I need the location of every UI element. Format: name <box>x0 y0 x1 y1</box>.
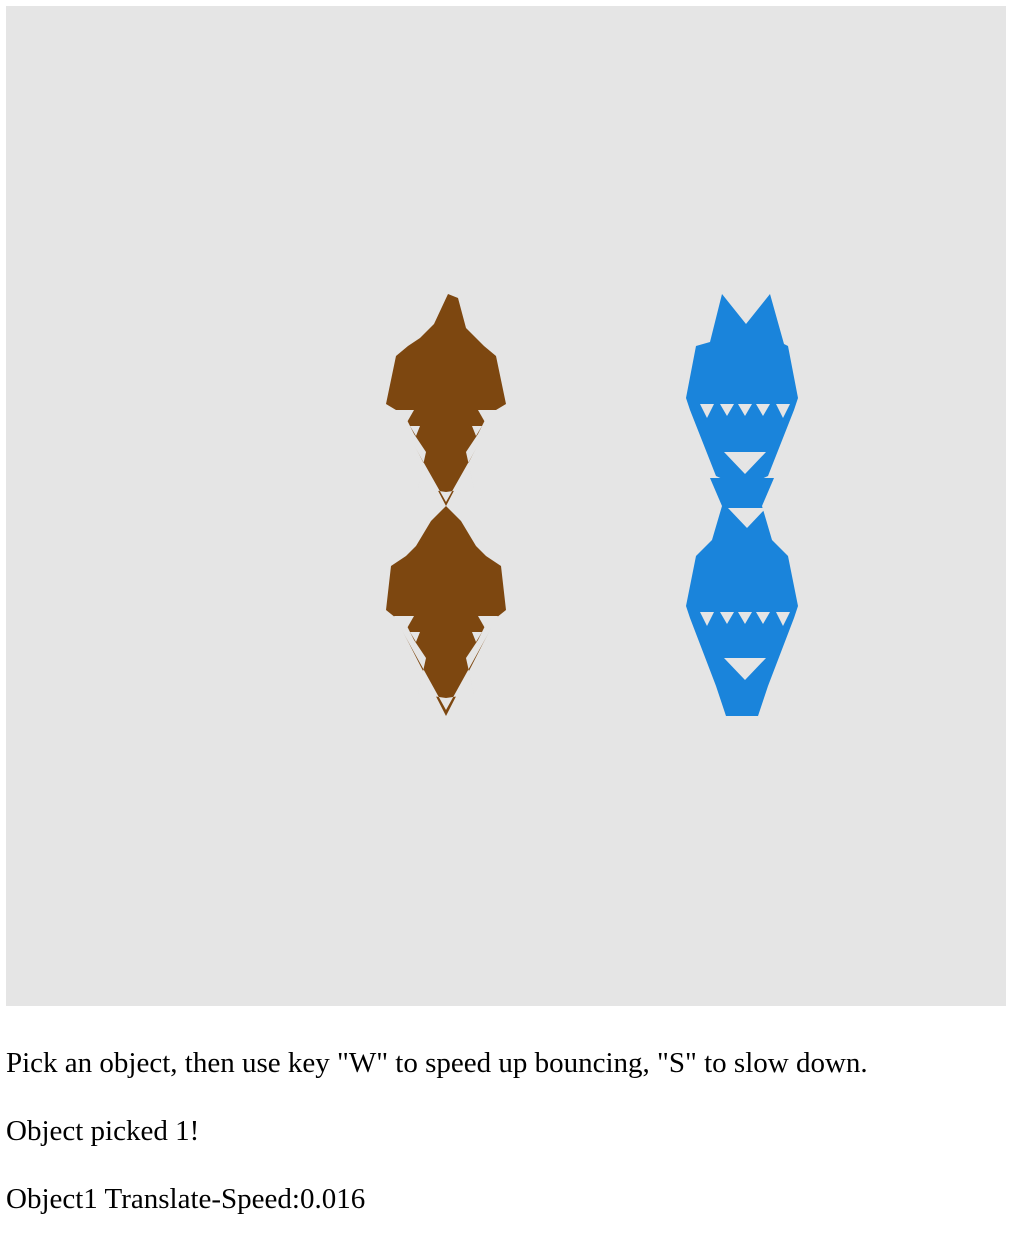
picked-object-status: Object picked 1! <box>6 1115 200 1147</box>
object-2-lower-section <box>686 506 798 716</box>
fractal-object-2[interactable] <box>686 294 798 716</box>
object-1-upper-diamond <box>386 294 506 506</box>
fractal-object-1[interactable] <box>386 294 506 716</box>
translate-speed-readout: Object1 Translate-Speed:0.016 <box>6 1183 366 1215</box>
object-2-upper-section <box>686 294 798 506</box>
webgl-canvas[interactable] <box>6 6 1006 1006</box>
instructions-text: Pick an object, then use key "W" to spee… <box>6 1047 868 1079</box>
object-1-lower-diamond <box>386 506 506 716</box>
